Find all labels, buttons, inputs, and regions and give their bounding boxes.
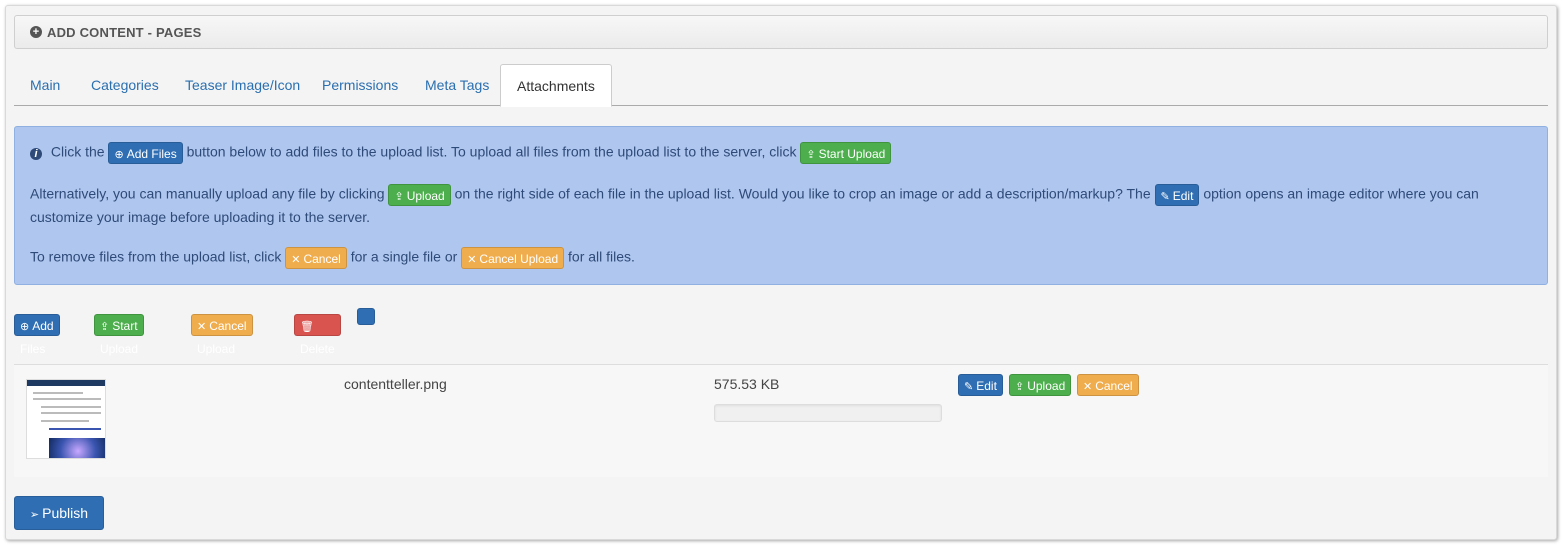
thumb-line: [41, 420, 89, 422]
upload-button[interactable]: ⇪ Upload: [1009, 374, 1072, 396]
plus-circle-icon: +: [30, 26, 42, 38]
info-alert: i Click the ⊕ Add Files button below to a…: [14, 126, 1548, 285]
tab-main[interactable]: Main: [14, 64, 76, 106]
publish-button[interactable]: ➢ Publish: [14, 496, 104, 530]
file-row: contentteller.png 575.53 KB ✎ Edit ⇪ Uploa…: [14, 364, 1548, 477]
info-line-4: To remove files from the upload list, cl…: [30, 247, 635, 269]
add-files-button[interactable]: ⊕ Add Files: [14, 314, 60, 356]
close-icon: ✕: [467, 254, 477, 266]
info-icon: i: [30, 147, 42, 160]
inline-add-files-button: ⊕ Add Files: [108, 142, 183, 164]
label: Upload: [406, 189, 445, 203]
delete-button[interactable]: 🗑 Delete: [294, 314, 341, 356]
tab-teaser-image[interactable]: Teaser Image/Icon: [169, 64, 316, 106]
info-text: Click the: [50, 143, 105, 160]
file-thumbnail[interactable]: [26, 379, 106, 459]
cancel-upload-button[interactable]: ✕ Cancel Upload: [191, 314, 253, 356]
info-text: button below to add files to the upload …: [186, 143, 797, 160]
inline-cancel-button: ✕ Cancel: [285, 247, 347, 269]
inline-start-upload-button: ⇪ Start Upload: [800, 142, 892, 164]
thumb-line: [41, 412, 101, 414]
select-all-toggle[interactable]: [357, 308, 375, 325]
label: Publish: [42, 505, 89, 521]
tab-permissions[interactable]: Permissions: [306, 64, 414, 106]
label: Cancel Upload: [479, 252, 559, 266]
upload-progress-bar: [714, 404, 942, 422]
thumb-line: [33, 392, 83, 394]
thumb-line: [49, 428, 101, 430]
label: Add Files: [126, 147, 177, 161]
upload-icon: ⇪: [100, 321, 110, 333]
plus-circle-icon: ⊕: [20, 321, 30, 333]
label: Edit: [1172, 189, 1194, 203]
close-icon: ✕: [197, 321, 207, 333]
pencil-icon: ✎: [964, 381, 974, 393]
info-text: To remove files from the upload list, cl…: [30, 248, 282, 265]
label: Cancel: [1095, 379, 1133, 393]
start-upload-button[interactable]: ⇪ Start Upload: [94, 314, 145, 356]
content-panel: + ADD CONTENT - PAGES Main Categories Te…: [5, 5, 1557, 540]
pencil-icon: ✎: [1160, 191, 1170, 203]
info-text: for a single file or: [350, 248, 458, 265]
label: Cancel: [303, 252, 341, 266]
info-text: Alternatively, you can manually upload a…: [30, 185, 385, 202]
trash-icon: 🗑: [300, 321, 314, 333]
thumb-line: [33, 398, 101, 400]
file-size: 575.53 KB: [714, 376, 780, 392]
info-text: for all files.: [568, 248, 635, 265]
info-text: option opens an image editor where you c…: [1203, 185, 1479, 202]
info-line-2: Alternatively, you can manually upload a…: [30, 184, 1479, 206]
inline-cancel-upload-button: ✕ Cancel Upload: [461, 247, 565, 269]
info-line-1: i Click the ⊕ Add Files button below to a…: [30, 142, 892, 164]
thumb-image: [49, 438, 105, 458]
upload-icon: ⇪: [394, 191, 404, 203]
tab-meta-tags[interactable]: Meta Tags: [409, 64, 505, 106]
upload-icon: ⇪: [806, 149, 816, 161]
info-line-3: customize your image before uploading it…: [30, 209, 371, 225]
inline-upload-button: ⇪ Upload: [388, 184, 451, 206]
label: Edit: [976, 379, 997, 393]
upload-icon: ⇪: [1015, 381, 1025, 393]
edit-button[interactable]: ✎ Edit: [958, 374, 1003, 396]
info-text: on the right side of each file in the up…: [454, 185, 1151, 202]
thumb-line: [41, 406, 101, 408]
tab-categories[interactable]: Categories: [75, 64, 175, 106]
paper-plane-icon: ➢: [29, 509, 40, 521]
close-icon: ✕: [1083, 381, 1093, 393]
tab-attachments[interactable]: Attachments: [500, 64, 612, 107]
close-icon: ✕: [291, 254, 301, 266]
page-title: ADD CONTENT - PAGES: [47, 24, 202, 40]
inline-edit-button: ✎ Edit: [1154, 184, 1200, 206]
file-name: contentteller.png: [344, 376, 447, 392]
label: Delete: [300, 342, 335, 356]
label: Upload: [1027, 379, 1066, 393]
thumb-header: [27, 380, 105, 386]
plus-circle-icon: ⊕: [114, 149, 124, 161]
cancel-button[interactable]: ✕ Cancel: [1077, 374, 1139, 396]
panel-header: + ADD CONTENT - PAGES: [14, 15, 1548, 49]
tab-bar: Main Categories Teaser Image/Icon Permis…: [14, 64, 1548, 107]
label: Start Upload: [818, 147, 886, 161]
